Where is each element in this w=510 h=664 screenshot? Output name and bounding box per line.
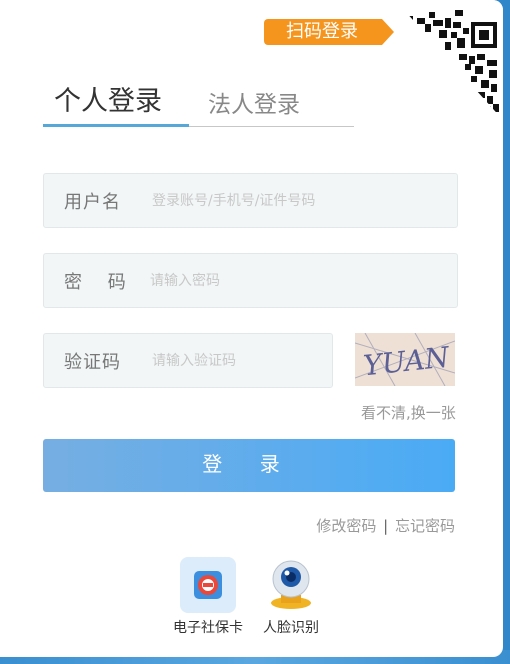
qr-login-badge[interactable]: 扫码登录	[264, 19, 394, 45]
captcha-field-container: 验证码	[43, 333, 333, 388]
login-tabs: 个人登录 法人登录	[43, 82, 354, 127]
face-recognition-label: 人脸识别	[263, 620, 319, 636]
active-tab-indicator	[43, 124, 189, 127]
login-card: 扫码登录 个人登录 法人登录 用户名 登录账号/手机号/证件号码 密 码 验证码…	[0, 0, 503, 657]
qr-code-icon[interactable]	[395, 0, 503, 120]
captcha-label: 验证码	[64, 351, 121, 373]
password-field-container: 密 码	[43, 253, 458, 308]
captcha-refresh-link[interactable]: 看不清,换一张	[361, 402, 456, 423]
username-label: 用户名	[64, 191, 121, 213]
account-links: 修改密码 | 忘记密码	[316, 515, 455, 536]
username-input[interactable]	[152, 174, 442, 227]
change-password-link[interactable]: 修改密码	[316, 517, 376, 535]
social-security-card-login[interactable]: 电子社保卡	[170, 557, 246, 637]
links-separator: |	[383, 517, 389, 535]
tab-personal-login[interactable]: 个人登录	[54, 82, 162, 122]
face-recognition-login[interactable]: 人脸识别	[256, 557, 326, 637]
social-security-card-label: 电子社保卡	[173, 620, 243, 636]
captcha-image[interactable]: YUAN	[354, 332, 456, 387]
tab-corporate-login[interactable]: 法人登录	[208, 85, 300, 125]
username-field-container: 用户名	[43, 173, 458, 228]
forgot-password-link[interactable]: 忘记密码	[395, 517, 455, 535]
login-button[interactable]: 登 录	[43, 439, 455, 492]
captcha-input[interactable]	[152, 334, 322, 387]
social-security-card-icon	[180, 557, 236, 613]
face-recognition-icon	[263, 557, 319, 613]
password-input[interactable]	[150, 254, 440, 307]
password-label: 密 码	[64, 271, 136, 293]
